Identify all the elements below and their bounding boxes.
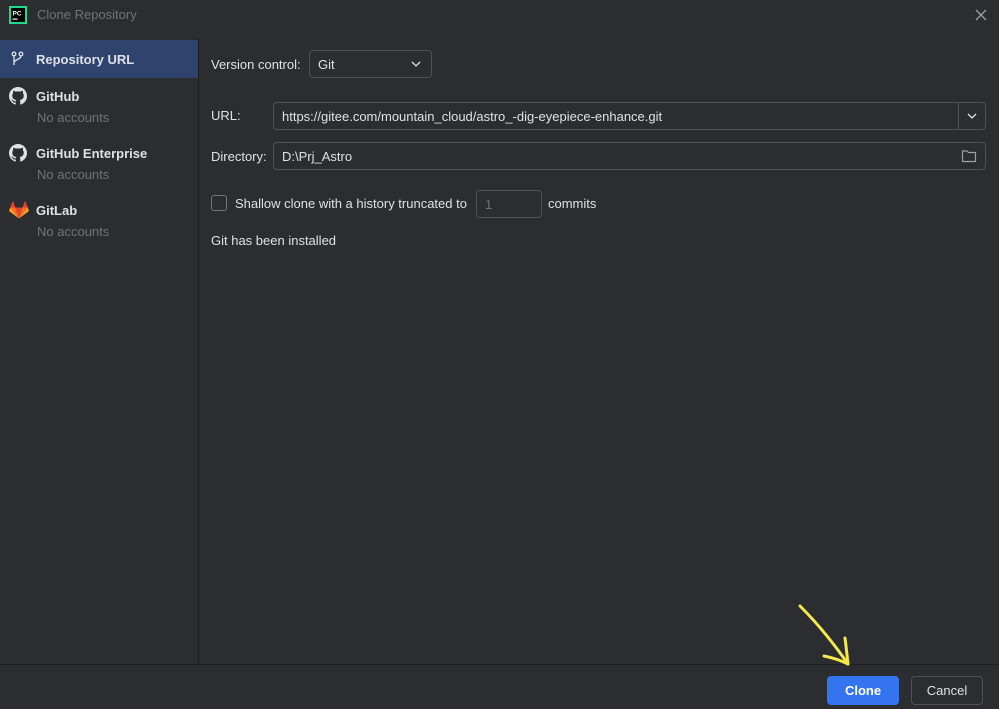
pycharm-app-icon: PC xyxy=(9,6,27,24)
version-control-select[interactable]: Git xyxy=(309,50,432,78)
app-icon-text: PC xyxy=(13,11,22,18)
chevron-down-icon xyxy=(967,113,977,119)
vcs-branch-icon xyxy=(11,51,24,65)
commits-value: 1 xyxy=(485,197,493,212)
sidebar-item-status: No accounts xyxy=(37,110,110,125)
close-button[interactable] xyxy=(971,5,991,25)
cancel-button[interactable]: Cancel xyxy=(911,676,983,705)
directory-input[interactable]: D:\Prj_Astro xyxy=(273,142,986,170)
clone-repository-dialog: PC Clone Repository Repository URL GitHu… xyxy=(0,0,999,709)
directory-value: D:\Prj_Astro xyxy=(282,149,353,164)
title-bar: PC Clone Repository xyxy=(0,0,999,30)
commits-label: commits xyxy=(548,196,597,211)
chevron-down-icon xyxy=(403,51,429,77)
shallow-clone-checkbox[interactable] xyxy=(211,195,227,211)
url-value: https://gitee.com/mountain_cloud/astro_-… xyxy=(282,109,663,124)
dialog-footer: Clone Cancel xyxy=(0,664,999,709)
sidebar-item-status: No accounts xyxy=(37,167,110,182)
clone-button[interactable]: Clone xyxy=(827,676,899,705)
sidebar-item-repository-url[interactable]: Repository URL xyxy=(0,40,198,78)
sidebar-item-label: Repository URL xyxy=(36,52,135,67)
clone-form-panel: Version control: Git URL: https://gitee.… xyxy=(199,38,999,664)
github-icon xyxy=(9,87,27,105)
sidebar-item-gitlab[interactable]: GitLab No accounts xyxy=(0,194,198,246)
github-enterprise-icon xyxy=(9,144,27,162)
shallow-clone-label: Shallow clone with a history truncated t… xyxy=(235,196,467,211)
url-history-dropdown[interactable] xyxy=(958,103,985,129)
folder-icon xyxy=(961,150,977,163)
gitlab-icon xyxy=(9,201,29,219)
browse-folder-button[interactable] xyxy=(961,149,977,163)
version-control-value: Git xyxy=(318,57,335,72)
sidebar-item-label: GitHub Enterprise xyxy=(36,146,148,161)
url-input[interactable]: https://gitee.com/mountain_cloud/astro_-… xyxy=(273,102,986,130)
shallow-commits-input[interactable]: 1 xyxy=(476,190,542,218)
version-control-label: Version control: xyxy=(211,57,301,72)
sidebar-item-label: GitLab xyxy=(36,203,78,218)
sidebar: Repository URL GitHub No accounts GitHub… xyxy=(0,38,199,664)
close-icon xyxy=(975,9,987,21)
sidebar-item-status: No accounts xyxy=(37,224,110,239)
url-label: URL: xyxy=(211,108,241,123)
sidebar-item-label: GitHub xyxy=(36,89,80,104)
window-title: Clone Repository xyxy=(37,7,137,22)
directory-label: Directory: xyxy=(211,149,267,164)
sidebar-item-github-enterprise[interactable]: GitHub Enterprise No accounts xyxy=(0,137,198,189)
git-status-text: Git has been installed xyxy=(211,233,337,248)
sidebar-item-github[interactable]: GitHub No accounts xyxy=(0,80,198,132)
